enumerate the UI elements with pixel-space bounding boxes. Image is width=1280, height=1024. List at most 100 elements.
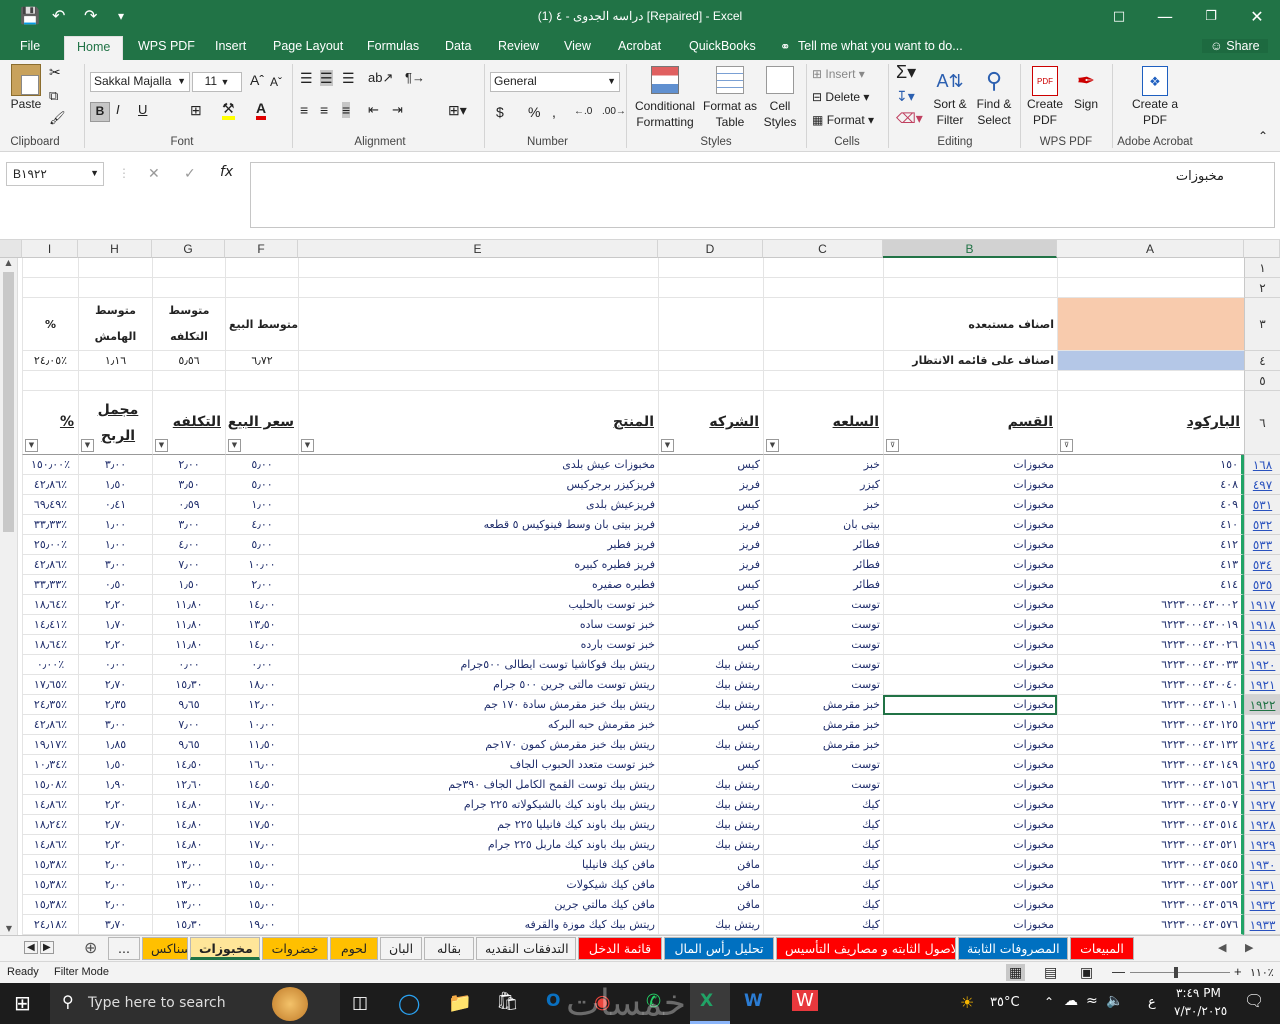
avg-cost-label[interactable]: متوسط التكلفه <box>152 298 225 351</box>
row-header-data[interactable]: ١٩٣٣ <box>1244 915 1280 935</box>
header-g[interactable]: التكلفه ▼ <box>152 391 225 455</box>
cell-b[interactable]: مخبوزات <box>883 795 1057 815</box>
column-header-a[interactable]: A <box>1057 240 1244 258</box>
cell-a[interactable]: ٤١٣ <box>1057 555 1244 575</box>
cell-g[interactable]: ١٤٫٥٠ <box>152 755 225 775</box>
sheet-tab[interactable]: خضروات <box>262 937 328 960</box>
cell-i2[interactable] <box>22 278 78 298</box>
row-header-1[interactable]: ١ <box>1244 258 1280 278</box>
cell-styles-button[interactable]: Cell Styles <box>760 66 800 130</box>
cell-g[interactable]: ١٥٫٣٠ <box>152 915 225 935</box>
cell-i[interactable]: ١٥٠٫٠٠٪ <box>22 455 78 475</box>
wps-sign-button[interactable]: ✒ Sign <box>1068 66 1104 112</box>
header-i[interactable]: % ▼ <box>22 391 78 455</box>
cell-f[interactable]: ٥٫٠٠ <box>225 475 298 495</box>
cell-i[interactable]: ٤٢٫٨٦٪ <box>22 715 78 735</box>
cell-d[interactable]: فريز <box>658 535 763 555</box>
cell-g[interactable]: ١٤٫٨٠ <box>152 795 225 815</box>
cell-d[interactable]: كيس <box>658 495 763 515</box>
column-header-h[interactable]: H <box>78 240 152 258</box>
wps-create-pdf-button[interactable]: PDF Create PDF <box>1024 66 1066 128</box>
excluded-label[interactable]: اصناف مستبعده <box>883 298 1057 351</box>
normal-view-icon[interactable]: ▦ <box>1006 964 1026 981</box>
column-header-g[interactable]: G <box>152 240 225 258</box>
cell-c[interactable]: خبز <box>763 455 883 475</box>
cell-c[interactable]: بيتى بان <box>763 515 883 535</box>
ribbon-display-icon[interactable]: □ <box>1104 4 1134 30</box>
cell-a[interactable]: ٦٢٢٣٠٠٠٤٣٠٠١٩ <box>1057 615 1244 635</box>
scroll-thumb[interactable] <box>3 272 14 532</box>
input-language[interactable]: ع <box>1148 995 1156 1010</box>
volume-icon[interactable]: 🔈 <box>1106 993 1123 1009</box>
sheet-scroll-left-icon[interactable]: ◀ <box>24 941 38 954</box>
cell-f[interactable]: ١٤٫٠٠ <box>225 595 298 615</box>
cell-f[interactable]: ٥٫٠٠ <box>225 455 298 475</box>
cell-g[interactable]: ١٣٫٠٠ <box>152 855 225 875</box>
cell-a[interactable]: ٤١٠ <box>1057 515 1244 535</box>
tab-file[interactable]: File <box>20 39 40 53</box>
cell-i[interactable]: ١٥٫٣٨٪ <box>22 855 78 875</box>
cell-b[interactable]: مخبوزات <box>883 675 1057 695</box>
cell-f[interactable]: ١٨٫٠٠ <box>225 675 298 695</box>
row-header-2[interactable]: ٢ <box>1244 278 1280 298</box>
cell-i1[interactable] <box>22 258 78 278</box>
zoom-slider[interactable] <box>1130 967 1230 978</box>
cell-i[interactable]: ٦٩٫٤٩٪ <box>22 495 78 515</box>
cell-e[interactable]: فريز فطيره كبيره <box>298 555 658 575</box>
cell-e1[interactable] <box>298 258 658 278</box>
header-e[interactable]: المنتج ▼ <box>298 391 658 455</box>
cell-c[interactable]: كيك <box>763 895 883 915</box>
cell-e[interactable]: مافن كيك فانيليا <box>298 855 658 875</box>
cell-f1[interactable] <box>225 258 298 278</box>
cell-g[interactable]: ٣٫٠٠ <box>152 515 225 535</box>
cell-g2[interactable] <box>152 278 225 298</box>
rtl-icon[interactable]: ¶→ <box>405 70 425 86</box>
filter-dropdown-icon[interactable]: ▼ <box>81 439 94 452</box>
cell-a[interactable]: ٦٢٢٣٠٠٠٤٣٠٠٤٠ <box>1057 675 1244 695</box>
cell-i[interactable]: ٢٥٫٠٠٪ <box>22 535 78 555</box>
close-button[interactable]: ✕ <box>1242 4 1272 30</box>
cell-h[interactable]: ٠٫٥٠ <box>78 575 152 595</box>
cell-d[interactable]: كيس <box>658 715 763 735</box>
italic-button[interactable]: I <box>116 102 120 118</box>
cell-g5[interactable] <box>152 371 225 391</box>
cell-a[interactable]: ٤٠٨ <box>1057 475 1244 495</box>
font-name-select[interactable]: Sakkal Majalla ▼ <box>90 72 190 92</box>
cell-f[interactable]: ٤٫٠٠ <box>225 515 298 535</box>
cell-f[interactable]: ١٩٫٠٠ <box>225 915 298 935</box>
cell-e[interactable]: ريتش توست مالتى جرين ٥٠٠ جرام <box>298 675 658 695</box>
wifi-icon[interactable]: ≈ <box>1086 993 1098 1009</box>
tab-next-icon[interactable]: ▶ <box>1245 941 1253 954</box>
cell-c[interactable]: كيك <box>763 835 883 855</box>
cell-d[interactable]: مافن <box>658 895 763 915</box>
row-header-data[interactable]: ١٩٢٩ <box>1244 835 1280 855</box>
avg-percent-value[interactable]: ٢٤٫٠٥٪ <box>22 351 78 371</box>
cell-a[interactable]: ٦٢٢٣٠٠٠٤٣٠٥٢١ <box>1057 835 1244 855</box>
cell-h[interactable]: ٢٫٢٠ <box>78 635 152 655</box>
cell-d2[interactable] <box>658 278 763 298</box>
cell-e[interactable]: خبز مقرمش حبه البركه <box>298 715 658 735</box>
redo-icon[interactable]: ↷ <box>84 6 97 25</box>
cell-h[interactable]: ١٫٧٠ <box>78 615 152 635</box>
tab-wps-pdf[interactable]: WPS PDF <box>138 39 195 53</box>
insert-function-icon[interactable]: fx <box>220 164 233 180</box>
cell-i[interactable]: ١٨٫٦٤٪ <box>22 595 78 615</box>
format-painter-icon[interactable]: 🖌 <box>49 110 66 126</box>
cell-g[interactable]: ١٣٫٠٠ <box>152 895 225 915</box>
cell-a[interactable]: ٦٢٢٣٠٠٠٤٣٠١٠١ <box>1057 695 1244 715</box>
cell-a[interactable]: ٦٢٢٣٠٠٠٤٣٠١٤٩ <box>1057 755 1244 775</box>
conditional-formatting-button[interactable]: Conditional Formatting <box>632 66 698 130</box>
cell-f5[interactable] <box>225 371 298 391</box>
cell-a[interactable]: ٦٢٢٣٠٠٠٤٣٠٠٢٦ <box>1057 635 1244 655</box>
sheet-tab[interactable]: سناكس <box>142 937 188 960</box>
cell-f[interactable]: ١٢٫٠٠ <box>225 695 298 715</box>
cell-e[interactable]: ريتش بيك خبز مقرمش سادة ١٧٠ جم <box>298 695 658 715</box>
cell-c3[interactable] <box>763 298 883 351</box>
cell-f[interactable]: ١٧٫٠٠ <box>225 835 298 855</box>
cell-d[interactable]: كيس <box>658 595 763 615</box>
scroll-up-icon[interactable]: ▲ <box>0 258 17 267</box>
zoom-level[interactable]: ١١٠٪ <box>1250 966 1274 979</box>
cell-h[interactable]: ٣٫٠٠ <box>78 555 152 575</box>
share-button[interactable]: ☺ Share <box>1202 39 1268 53</box>
find-select-button[interactable]: ⚲ Find & Select <box>972 66 1016 128</box>
